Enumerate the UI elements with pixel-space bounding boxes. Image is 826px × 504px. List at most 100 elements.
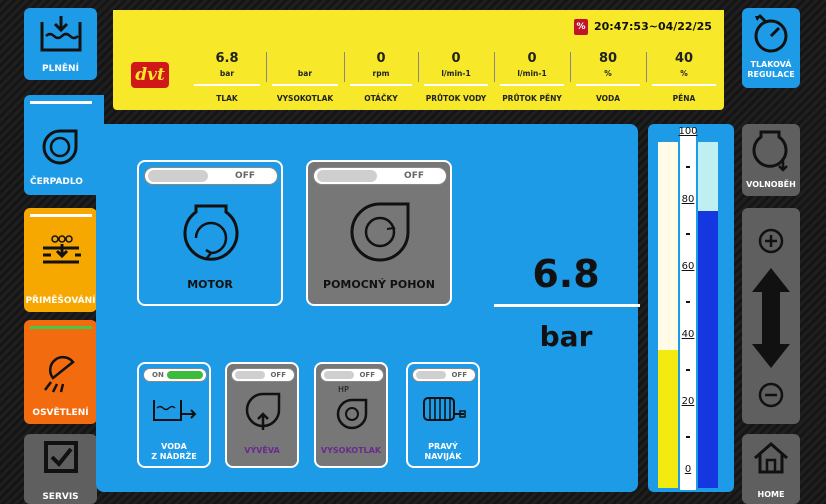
nav-plneni-button[interactable]: PLNĚNÍ bbox=[24, 8, 97, 80]
voda-toggle[interactable]: ON bbox=[143, 368, 207, 382]
active-indicator bbox=[30, 101, 92, 104]
nav-primesovani-label: PŘIMĚŠOVÁNÍ bbox=[25, 296, 96, 306]
navijak-label-1: PRAVÝ bbox=[428, 442, 458, 451]
volnobeh-label: VOLNOBĚH bbox=[746, 180, 796, 189]
mixing-icon bbox=[42, 235, 81, 264]
nav-primesovani-button[interactable]: PŘIMĚŠOVÁNÍ bbox=[24, 208, 97, 312]
divider bbox=[500, 84, 564, 86]
readout-label: PĚNA bbox=[672, 94, 696, 103]
nav-cerpadlo-button[interactable]: ČERPADLO bbox=[24, 95, 104, 195]
voda-z-nadrze-card[interactable]: ON VODA Z NÁDRŽE bbox=[137, 362, 211, 468]
readout-bar: % 20:47:53~04/22/25 dvt 6.8 bar TLAK bar… bbox=[113, 10, 724, 110]
checkbox-icon bbox=[43, 441, 78, 473]
readout-value: 6.8 bbox=[215, 51, 239, 66]
pressure-value: 6.8 bbox=[532, 252, 600, 296]
nav-servis-button[interactable]: SERVIS bbox=[24, 434, 97, 504]
readout-value: 80 bbox=[598, 51, 618, 66]
divider bbox=[652, 84, 716, 86]
tank-gauge: 100 80 60 40 20 0 bbox=[648, 124, 734, 492]
readout-label: VYSOKOTLAK bbox=[276, 94, 334, 103]
motor-card[interactable]: OFF MOTOR bbox=[137, 160, 283, 306]
vyveva-toggle[interactable]: OFF bbox=[231, 368, 295, 382]
toggle-knob bbox=[235, 371, 265, 379]
hose-reel-icon bbox=[423, 397, 466, 421]
nav-servis-label: SERVIS bbox=[42, 492, 79, 502]
readout-voda: 80 % VODA bbox=[570, 50, 646, 108]
toggle-knob bbox=[317, 170, 377, 182]
pohon-card[interactable]: OFF POMOCNÝ POHON bbox=[306, 160, 452, 306]
vyveva-label: VÝVĚVA bbox=[244, 446, 280, 455]
gauge-minor-tick bbox=[686, 301, 690, 303]
navijak-toggle[interactable]: OFF bbox=[412, 368, 476, 382]
readout-unit: bar bbox=[219, 69, 235, 78]
pohon-toggle[interactable]: OFF bbox=[313, 167, 447, 185]
toggle-knob bbox=[148, 170, 208, 182]
foam-tube bbox=[658, 142, 678, 488]
readout-label: PRŮTOK PĚNY bbox=[502, 94, 562, 103]
pressure-adjust-panel bbox=[742, 208, 800, 424]
auxiliary-drive-icon bbox=[350, 202, 410, 262]
gauge-minor-tick bbox=[686, 165, 690, 168]
water-level-fill bbox=[698, 211, 718, 488]
readout-value: 0 bbox=[376, 51, 386, 66]
plus-icon[interactable] bbox=[758, 228, 784, 254]
readout-label: TLAK bbox=[216, 94, 238, 103]
vysokotlak-toggle[interactable]: OFF bbox=[320, 368, 384, 382]
readout-value: 0 bbox=[451, 51, 461, 66]
percent-icon: % bbox=[574, 19, 588, 35]
gauge-tick-label: 100 bbox=[678, 126, 698, 137]
vacuum-pump-icon bbox=[245, 392, 281, 430]
pressure-divider bbox=[494, 304, 640, 307]
pump-icon bbox=[42, 129, 78, 165]
readout-unit: % bbox=[604, 69, 612, 78]
home-button[interactable]: HOME bbox=[742, 434, 800, 504]
nav-cerpadlo-label: ČERPADLO bbox=[30, 177, 83, 187]
readout-label: VODA bbox=[595, 94, 621, 103]
tlakova-label: TLAKOVÁ bbox=[750, 60, 792, 69]
home-label: HOME bbox=[757, 490, 785, 499]
vysokotlak-card[interactable]: OFF HP VYSOKOTLAK bbox=[314, 362, 388, 468]
engine-idle-icon bbox=[752, 130, 788, 172]
nav-plneni-label: PLNĚNÍ bbox=[42, 64, 79, 74]
regulace-label: REGULACE bbox=[747, 70, 795, 79]
home-icon bbox=[754, 442, 788, 474]
high-pressure-pump-icon bbox=[336, 398, 368, 430]
motor-icon bbox=[183, 204, 239, 261]
tlakova-regulace-button[interactable]: TLAKOVÁ REGULACE bbox=[742, 8, 800, 88]
motor-label: MOTOR bbox=[187, 278, 233, 291]
readout-pena: 40 % PĚNA bbox=[646, 50, 722, 108]
readout-unit: rpm bbox=[372, 69, 390, 78]
tank-fill-icon bbox=[40, 16, 81, 52]
volnobeh-button[interactable]: VOLNOBĚH bbox=[742, 124, 800, 196]
toggle-state: OFF bbox=[404, 171, 424, 181]
status-strip: % 20:47:53~04/22/25 bbox=[574, 18, 724, 38]
divider bbox=[194, 84, 260, 86]
toggle-state: OFF bbox=[451, 371, 467, 379]
decrease-arrow-icon[interactable] bbox=[750, 314, 792, 370]
foam-level-fill bbox=[658, 349, 678, 488]
pravy-navijak-card[interactable]: OFF PRAVÝ NAVIJÁK bbox=[406, 362, 480, 468]
readout-prutok-peny: 0 l/min-1 PRŮTOK PĚNY bbox=[494, 50, 570, 108]
gauge-minor-tick bbox=[686, 368, 690, 371]
toggle-state: OFF bbox=[270, 371, 286, 379]
divider bbox=[424, 84, 488, 86]
minus-icon[interactable] bbox=[758, 382, 784, 408]
pressure-gauge-icon bbox=[754, 13, 788, 53]
gauge-tick-label: 80 bbox=[681, 193, 695, 205]
nav-indicator bbox=[30, 214, 92, 217]
voda-label-2: Z NÁDRŽE bbox=[151, 452, 197, 461]
toggle-state: OFF bbox=[235, 171, 255, 181]
vyveva-card[interactable]: OFF VÝVĚVA bbox=[225, 362, 299, 468]
readout-unit: l/min-1 bbox=[517, 69, 547, 78]
toggle-knob bbox=[167, 371, 203, 379]
readout-prutok-vody: 0 l/min-1 PRŮTOK VODY bbox=[418, 50, 494, 108]
nav-osvetleni-button[interactable]: OSVĚTLENÍ bbox=[24, 320, 97, 424]
gauge-tick-label: 60 bbox=[681, 261, 695, 273]
readout-unit: % bbox=[680, 69, 688, 78]
divider bbox=[272, 84, 338, 86]
motor-toggle[interactable]: OFF bbox=[144, 167, 278, 185]
navijak-label-2: NAVIJÁK bbox=[424, 452, 462, 461]
logo-text: dvt bbox=[135, 65, 165, 85]
readout-otacky: 0 rpm OTÁČKY bbox=[344, 50, 418, 108]
toggle-knob bbox=[416, 371, 446, 379]
